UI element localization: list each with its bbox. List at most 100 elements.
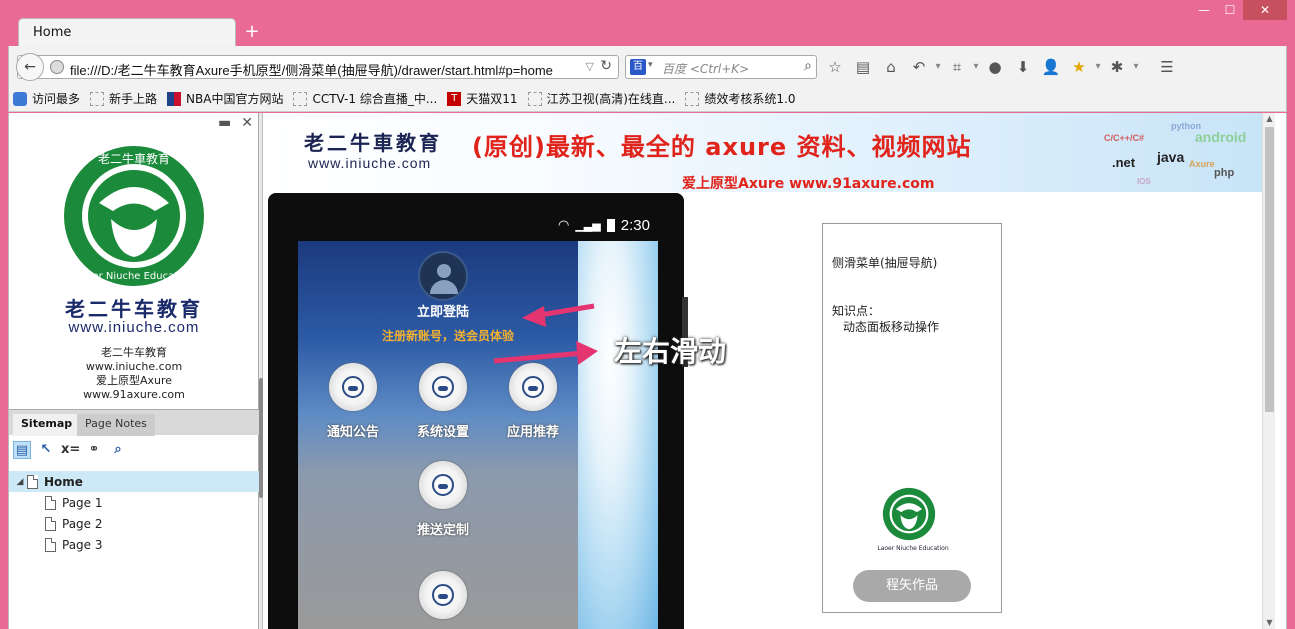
menu-item-settings[interactable]: 系统设置 (403, 363, 483, 440)
crop-dropdown-icon[interactable]: ▾ (971, 54, 981, 80)
iniuche-logo (881, 486, 937, 542)
menu-label: 系统设置 (416, 425, 469, 440)
brand-line: 老二牛车教育 (101, 346, 167, 359)
search-box[interactable]: 百 ▾ 百度 <Ctrl+K> ⌕ (625, 55, 817, 79)
menu-item-notice[interactable]: 通知公告 (313, 363, 393, 440)
register-link[interactable]: 注册新账号，送会员体验 (358, 327, 538, 344)
drawer-menu[interactable]: 立即登陆 注册新账号，送会员体验 通知公告 系统设置 应用推荐 推送定制 (298, 241, 578, 629)
crop-icon[interactable]: ⌗ (943, 54, 971, 80)
sitemap-item[interactable]: ◢ Home (9, 471, 259, 492)
scroll-up-icon[interactable]: ▲ (1263, 113, 1275, 125)
iniuche-logo: 老二牛車教育 Laoer Niuche Education (59, 141, 209, 291)
addon-star-icon[interactable]: ★ (1065, 54, 1093, 80)
undo-dropdown-icon[interactable]: ▾ (933, 54, 943, 80)
page-scrollbar[interactable]: ▲ ▼ (1262, 113, 1275, 629)
url-bar[interactable]: ← file:///D:/老二牛车教育Axure手机原型/侧滑菜单(抽屉导航)/… (16, 53, 619, 81)
logo-top-text: 老二牛車教育 (98, 151, 170, 166)
browser-tab[interactable]: Home (18, 18, 236, 46)
pointer-icon[interactable]: ↖ (37, 441, 55, 459)
tmall-icon: T (447, 91, 462, 106)
menu-label: 应用推荐 (506, 425, 559, 440)
bookmark-star-icon[interactable]: ☆ (821, 54, 849, 80)
reload-icon[interactable]: ↻ (600, 58, 612, 74)
scroll-thumb[interactable] (1265, 127, 1274, 412)
sitemap-tree: ◢ Home Page 1 Page 2 Page 3 (9, 471, 259, 555)
splitter-grip[interactable] (259, 378, 263, 498)
search-placeholder[interactable]: 百度 <Ctrl+K> (662, 60, 749, 77)
most-visited-icon (13, 91, 27, 106)
brand-url: www.iniuche.com (68, 319, 200, 336)
url-dropdown-icon[interactable]: ▽ (586, 60, 594, 73)
download-icon[interactable]: ⬇ (1009, 54, 1037, 80)
close-window-button[interactable]: ✕ (1243, 0, 1287, 20)
close-panel-icon[interactable]: ✕ (241, 115, 253, 131)
annotation-swipe: 左右滑动 (614, 335, 727, 368)
menu-icon[interactable]: ☰ (1153, 54, 1181, 80)
bookmark-item[interactable]: NBA中国官方网站 (167, 90, 283, 107)
minimize-panel-icon[interactable]: ▬ (218, 115, 231, 131)
bookmark-item[interactable]: T 天猫双11 (447, 90, 518, 107)
login-button[interactable]: 立即登陆 (398, 301, 488, 320)
bug-icon[interactable]: ✱ (1103, 54, 1131, 80)
page-icon (45, 495, 56, 510)
addon-dropdown-icon[interactable]: ▾ (1093, 54, 1103, 80)
bookmark-label: CCTV-1 综合直播_中... (312, 92, 438, 106)
banner-title: 老二牛車教育 (304, 131, 442, 155)
menu-item-more[interactable] (403, 571, 483, 619)
baidu-icon[interactable]: 百 (630, 59, 646, 75)
author-button[interactable]: 程矢作品 (853, 570, 971, 602)
phone-mockup: ◠ ▁▃▅ 2:30 立即登陆 注册新账号，送会员体验 通知公告 系统设置 应用… (268, 193, 688, 629)
link-icon[interactable]: ⚭ (85, 441, 103, 459)
maximize-button[interactable]: ☐ (1217, 0, 1243, 20)
bookmark-item[interactable]: 绩效考核系统1.0 (685, 90, 795, 107)
avatar[interactable] (418, 251, 468, 301)
undo-icon[interactable]: ↶ (905, 54, 933, 80)
bookmark-item[interactable]: CCTV-1 综合直播_中... (293, 90, 437, 107)
status-bar: ◠ ▁▃▅ 2:30 (558, 217, 650, 234)
sitemap-item[interactable]: Page 3 (9, 534, 259, 555)
banner-url: www.iniuche.com (308, 155, 432, 171)
minimize-button[interactable]: — (1191, 0, 1217, 20)
main-content-peek[interactable] (578, 241, 658, 629)
tab-page-notes[interactable]: Page Notes (77, 414, 155, 436)
card-title: 侧滑菜单(抽屉导航) (832, 256, 938, 270)
url-text[interactable]: file:///D:/老二牛车教育Axure手机原型/侧滑菜单(抽屉导航)/dr… (70, 60, 553, 79)
scroll-down-icon[interactable]: ▼ (1263, 617, 1275, 629)
bookmarks-list-icon[interactable]: ▤ (849, 54, 877, 80)
page-icon (45, 516, 56, 531)
bookmark-label: 访问最多 (32, 92, 81, 106)
phone-screen: 立即登陆 注册新账号，送会员体验 通知公告 系统设置 应用推荐 推送定制 (298, 241, 658, 629)
user-icon[interactable]: 👤 (1037, 54, 1065, 80)
menu-item-apps[interactable]: 应用推荐 (493, 363, 573, 440)
banner-word: java (1157, 149, 1185, 165)
page-icon (27, 474, 38, 489)
banner-slogan: (原创)最新、最全的 axure 资料、视频网站 (472, 133, 972, 161)
gear-globe-icon (329, 363, 377, 411)
chat-icon[interactable]: ● (981, 54, 1009, 80)
engine-dropdown-icon[interactable]: ▾ (648, 60, 653, 70)
browser-window: Home + — ☐ ✕ ← file:///D:/老二牛车教育Axure手机原… (0, 0, 1295, 629)
back-arrow-icon[interactable]: ← (16, 53, 44, 81)
bookmark-item[interactable]: 新手上路 (90, 90, 157, 107)
home-icon[interactable]: ⌂ (877, 54, 905, 80)
variables-icon[interactable]: x= (61, 441, 80, 459)
bookmark-item[interactable]: 访问最多 (13, 90, 80, 107)
page-view-icon[interactable]: ▤ (13, 441, 31, 459)
expand-toggle-icon[interactable]: ◢ (13, 477, 27, 487)
search-icon[interactable]: ⌕ (109, 441, 127, 459)
bug-dropdown-icon[interactable]: ▾ (1131, 54, 1141, 80)
sidebar-tabs: Sitemap Page Notes (9, 409, 259, 436)
panel-splitter[interactable] (259, 113, 263, 629)
brand-line: www.iniuche.com (85, 360, 183, 373)
globe-icon (50, 60, 64, 74)
menu-item-push[interactable]: 推送定制 (403, 461, 483, 538)
sitemap-item[interactable]: Page 1 (9, 492, 259, 513)
bookmark-item[interactable]: 江苏卫视(高清)在线直... (527, 90, 675, 107)
sitemap-item[interactable]: Page 2 (9, 513, 259, 534)
banner-word: IOS (1137, 177, 1151, 186)
search-icon[interactable]: ⌕ (804, 58, 812, 74)
tab-sitemap[interactable]: Sitemap (13, 414, 81, 436)
bookmark-label: NBA中国官方网站 (186, 92, 284, 106)
new-tab-button[interactable]: + (242, 22, 262, 42)
prototype-page: 老二牛車教育 www.iniuche.com (原创)最新、最全的 axure … (264, 113, 1275, 629)
